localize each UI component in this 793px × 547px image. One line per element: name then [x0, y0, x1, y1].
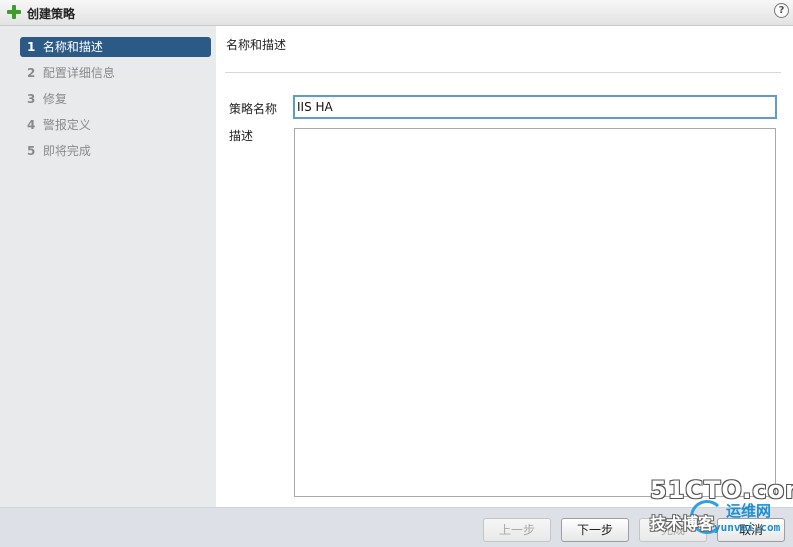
step-number: 3: [27, 92, 36, 106]
step-number: 2: [27, 66, 36, 80]
help-icon[interactable]: ?: [774, 3, 789, 18]
step-number: 1: [27, 40, 36, 54]
wizard-steps-sidebar: 1 名称和描述 2 配置详细信息 3 修复 4 警报定义 5 即将完成: [0, 26, 216, 507]
description-label: 描述: [229, 129, 254, 143]
description-textarea[interactable]: [294, 128, 776, 497]
step-number: 5: [27, 144, 36, 158]
back-button[interactable]: 上一步: [483, 518, 551, 542]
step-remediation[interactable]: 3 修复: [20, 89, 211, 109]
wizard-footer: 上一步 下一步 完成 取消: [0, 507, 793, 547]
step-number: 4: [27, 118, 36, 132]
step-ready-to-complete[interactable]: 5 即将完成: [20, 141, 211, 161]
plus-icon: [6, 4, 22, 20]
main-panel: 名称和描述 策略名称 描述: [216, 26, 793, 507]
next-button[interactable]: 下一步: [561, 518, 629, 542]
step-label: 修复: [42, 92, 67, 106]
step-alert-definition[interactable]: 4 警报定义: [20, 115, 211, 135]
cancel-button[interactable]: 取消: [717, 518, 785, 542]
step-label: 即将完成: [42, 144, 91, 158]
divider: [225, 72, 781, 73]
finish-button[interactable]: 完成: [639, 518, 707, 542]
step-label: 警报定义: [42, 118, 91, 132]
policy-name-label: 策略名称: [229, 102, 278, 116]
policy-name-input[interactable]: [293, 95, 777, 119]
step-configure-details[interactable]: 2 配置详细信息: [20, 63, 211, 83]
section-title: 名称和描述: [226, 38, 287, 52]
step-label: 配置详细信息: [42, 66, 115, 80]
step-label: 名称和描述: [42, 40, 103, 54]
title-bar: 创建策略 ?: [0, 0, 793, 26]
window-title: 创建策略: [27, 7, 76, 21]
step-name-and-description[interactable]: 1 名称和描述: [20, 37, 211, 57]
